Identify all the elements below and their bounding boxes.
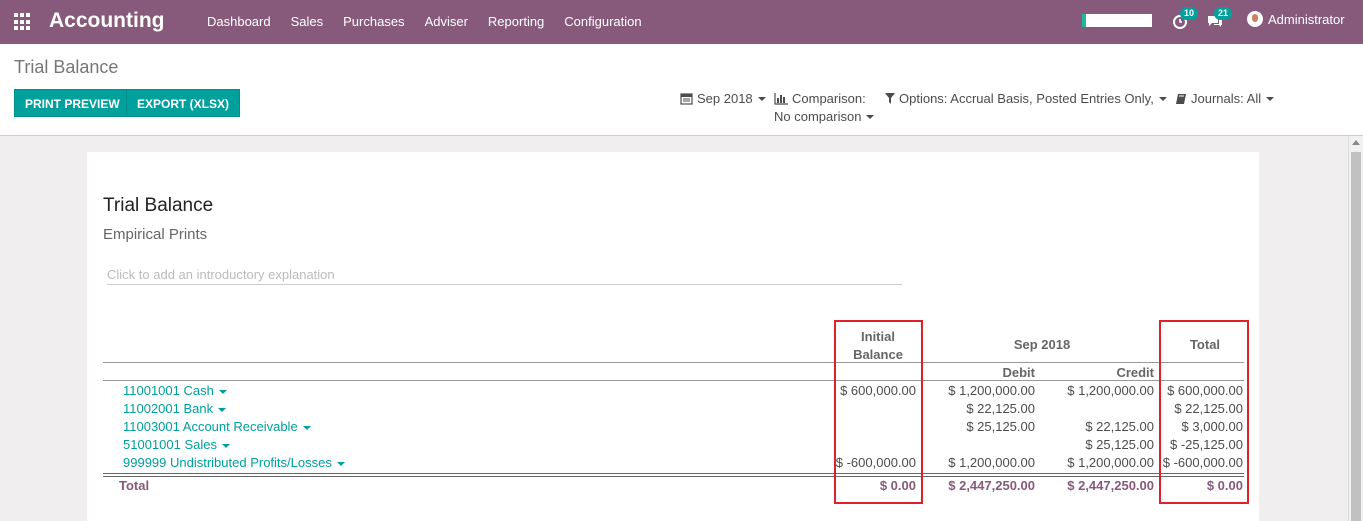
breadcrumb: Trial Balance [14,57,119,77]
user-name: Administrator [1268,11,1345,27]
user-menu[interactable]: Administrator [1247,11,1345,27]
filter-icon [885,93,895,104]
menu-sales[interactable]: Sales [281,0,334,44]
chevron-down-icon [1158,96,1167,101]
company-name: Empirical Prints [103,226,208,243]
account-link[interactable]: 999999 Undistributed Profits/Losses [123,454,345,472]
scroll-up-icon[interactable] [1352,140,1360,145]
account-name: 51001001 Sales [123,437,217,452]
account-name: 11002001 Bank [123,401,214,416]
options-filter-dropdown[interactable]: Options: Accrual Basis, Posted Entries O… [885,91,1167,106]
debit-cell: $ 1,200,000.00 [948,383,1035,398]
credit-cell: $ 25,125.00 [1085,437,1154,452]
journals-filter-dropdown[interactable]: Journals: All [1175,91,1275,106]
header-divider [103,362,1244,363]
debit-cell: $ 25,125.00 [966,419,1035,434]
total-label: Total [119,478,150,493]
table-row: 11002001 Bank $ 22,125.00 $ 22,125.00 [87,400,1259,418]
total-row: Total $ 0.00 $ 2,447,250.00 $ 2,447,250.… [87,477,1259,495]
table-row: 999999 Undistributed Profits/Losses $ -6… [87,454,1259,472]
debit-header: Debit [1002,365,1036,380]
report-area: Trial Balance Empirical Prints Click to … [0,136,1348,521]
account-link[interactable]: 11002001 Bank [123,400,227,418]
menu-configuration[interactable]: Configuration [554,0,651,44]
chevron-down-icon [302,425,311,430]
intro-explanation-field[interactable]: Click to add an introductory explanation [107,267,902,285]
comparison-dropdown[interactable]: Comparison: [774,91,866,106]
comparison-label: Comparison: [792,91,866,106]
top-navbar: Accounting Dashboard Sales Purchases Adv… [0,0,1363,44]
table-row: 11003001 Account Receivable $ 25,125.00 … [87,418,1259,436]
date-filter-label: Sep 2018 [697,91,753,106]
menu-reporting[interactable]: Reporting [478,0,554,44]
account-link[interactable]: 11003001 Account Receivable [123,418,311,436]
total-divider-top [103,473,1244,474]
export-xlsx-button[interactable]: EXPORT (XLSX) [126,89,241,117]
chevron-down-icon [218,407,227,412]
account-link[interactable]: 11001001 Cash [123,382,227,400]
messages-chat-icon[interactable]: 21 [1206,7,1233,31]
table-row: 51001001 Sales $ 25,125.00 $ -25,125.00 [87,436,1259,454]
period-header: Sep 2018 [1013,337,1071,352]
app-switcher-icon[interactable] [14,13,32,31]
credit-cell: $ 22,125.00 [1085,419,1154,434]
chevron-down-icon [757,96,766,101]
chevron-down-icon [1266,96,1275,101]
chevron-down-icon [866,114,875,119]
report-title: Trial Balance [103,195,214,216]
menu-dashboard[interactable]: Dashboard [197,0,281,44]
account-name: 999999 Undistributed Profits/Losses [123,455,332,470]
comparison-value-dropdown[interactable]: No comparison [774,109,875,124]
account-link[interactable]: 51001001 Sales [123,436,230,454]
control-panel: Trial Balance PRINT PREVIEW EXPORT (XLSX… [0,44,1363,136]
chevron-down-icon [218,389,227,394]
main-menu: Dashboard Sales Purchases Adviser Report… [197,0,652,44]
menu-adviser[interactable]: Adviser [415,0,478,44]
activity-count-badge: 10 [1180,7,1199,20]
total-column-highlight-box [1159,320,1249,504]
book-icon [1176,93,1186,104]
app-title: Accounting [49,9,165,32]
report-sheet: Trial Balance Empirical Prints Click to … [87,152,1259,521]
debit-cell: $ 22,125.00 [966,401,1035,416]
debit-cell: $ 1,200,000.00 [948,455,1035,470]
print-preview-button[interactable]: PRINT PREVIEW [14,89,131,117]
credit-total: $ 2,447,250.00 [1067,478,1154,493]
credit-cell: $ 1,200,000.00 [1067,383,1154,398]
messages-count-badge: 21 [1214,7,1233,20]
options-filter-label: Options: Accrual Basis, Posted Entries O… [899,91,1154,106]
activity-clock-icon[interactable]: 10 [1172,7,1199,31]
menu-purchases[interactable]: Purchases [333,0,414,44]
header-bottom-divider [103,380,1244,381]
comparison-value: No comparison [774,109,862,124]
bar-chart-icon [774,92,788,105]
debit-total: $ 2,447,250.00 [948,478,1035,493]
journals-filter-label: Journals: All [1191,91,1262,106]
table-row: 11001001 Cash $ 600,000.00 $ 1,200,000.0… [87,382,1259,400]
account-name: 11003001 Account Receivable [123,419,298,434]
avatar [1247,11,1263,27]
calendar-icon [680,93,693,105]
credit-header: Credit [1116,365,1154,380]
account-name: 11001001 Cash [123,383,214,398]
initial-balance-highlight-box [834,320,923,504]
chevron-down-icon [221,443,230,448]
chevron-down-icon [336,461,345,466]
scroll-thumb[interactable] [1351,152,1361,521]
onboarding-progress-bar[interactable] [1082,14,1152,27]
credit-cell: $ 1,200,000.00 [1067,455,1154,470]
vertical-scrollbar[interactable] [1348,136,1363,521]
date-filter-dropdown[interactable]: Sep 2018 [680,91,766,106]
